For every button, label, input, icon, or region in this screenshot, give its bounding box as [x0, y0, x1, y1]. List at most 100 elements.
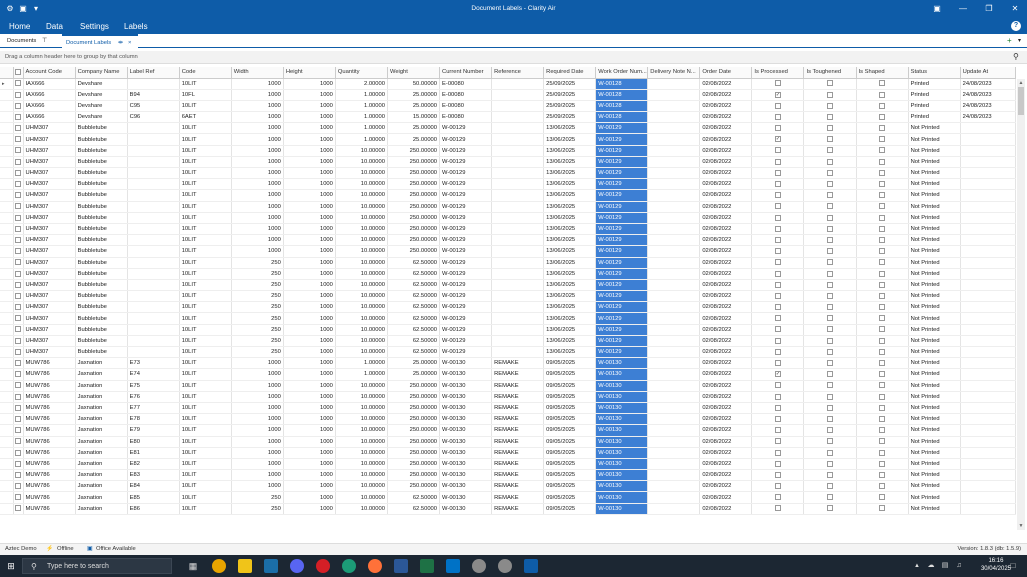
table-cell[interactable]: 250	[231, 491, 284, 504]
table-cell[interactable]: Bubbletube	[75, 312, 128, 325]
row-indicator[interactable]	[0, 257, 14, 269]
table-cell[interactable]: Jaxnation	[75, 424, 128, 437]
unchecked-checkbox[interactable]	[826, 382, 833, 389]
table-cell[interactable]: 13/06/2025	[543, 257, 597, 269]
table-cell[interactable]	[960, 368, 1017, 381]
checkbox-cell[interactable]: ✓	[751, 89, 805, 101]
table-cell[interactable]: 62.50000	[387, 279, 441, 292]
table-cell[interactable]: Jaxnation	[75, 402, 128, 415]
table-cell[interactable]	[127, 178, 180, 191]
checkbox-cell[interactable]	[856, 335, 909, 348]
table-cell[interactable]: W-00129	[595, 178, 649, 191]
table-row[interactable]: IAX666 Devshare C96 6AET 1000 1000 1.00000 15.0…	[0, 111, 1017, 124]
row-indicator[interactable]: ▸	[0, 78, 14, 90]
table-cell[interactable]: 1000	[283, 368, 336, 381]
table-row[interactable]: UHM307 Bubbletube 10LIT 1000 1000 10.00000 250…	[0, 145, 1017, 157]
table-cell[interactable]: UHM307	[23, 223, 76, 236]
table-cell[interactable]: 02/08/2022	[699, 469, 753, 482]
table-cell[interactable]: 02/08/2022	[699, 436, 753, 448]
checkbox-cell[interactable]	[803, 324, 857, 336]
table-cell[interactable]: Bubbletube	[75, 122, 128, 135]
unchecked-checkbox[interactable]	[879, 460, 886, 467]
table-cell[interactable]: Not Printed	[908, 257, 961, 269]
column-header[interactable]: Is Toughened	[803, 67, 857, 79]
tab-data[interactable]: Data	[46, 22, 63, 31]
table-cell[interactable]: UHM307	[23, 167, 76, 180]
table-cell[interactable]: W-00129	[439, 156, 493, 169]
unchecked-checkbox[interactable]	[826, 281, 833, 288]
row-indicator[interactable]	[0, 391, 14, 403]
checkbox-cell[interactable]	[751, 346, 805, 359]
table-cell[interactable]	[647, 212, 701, 224]
unchecked-checkbox[interactable]	[774, 125, 781, 132]
table-cell[interactable]: 10.00000	[335, 469, 388, 482]
unchecked-checkbox[interactable]	[879, 158, 886, 165]
table-cell[interactable]: 02/08/2022	[699, 491, 753, 504]
table-cell[interactable]	[960, 178, 1017, 191]
checkbox-cell[interactable]	[856, 480, 909, 493]
table-cell[interactable]	[960, 503, 1017, 515]
unchecked-checkbox[interactable]	[879, 449, 886, 456]
table-cell[interactable]: E74	[127, 368, 180, 381]
table-cell[interactable]: 13/06/2025	[543, 301, 597, 314]
table-cell[interactable]: 09/05/2025	[543, 458, 597, 471]
table-row[interactable]: UHM307 Bubbletube 10LIT 250 1000 10.00000 62.5…	[0, 312, 1017, 325]
word-icon[interactable]	[394, 559, 408, 573]
row-indicator[interactable]	[0, 122, 14, 135]
table-cell[interactable]: W-00129	[439, 245, 493, 258]
pin-icon[interactable]: ⇹	[118, 36, 123, 50]
table-cell[interactable]: 13/06/2025	[543, 290, 597, 303]
row-select-checkbox[interactable]	[13, 212, 24, 224]
table-cell[interactable]: 10.00000	[335, 189, 388, 202]
unchecked-checkbox[interactable]	[879, 270, 886, 277]
table-cell[interactable]: Devshare	[75, 100, 128, 113]
table-cell[interactable]: 10LIT	[179, 335, 232, 348]
table-cell[interactable]: 1000	[283, 133, 336, 146]
table-cell[interactable]: REMAKE	[491, 503, 545, 515]
table-cell[interactable]	[491, 245, 545, 258]
table-cell[interactable]: Bubbletube	[75, 167, 128, 180]
table-cell[interactable]: 1000	[283, 178, 336, 191]
table-row[interactable]: UHM307 Bubbletube 10LIT 1000 1000 10.00000 250…	[0, 156, 1017, 169]
table-cell[interactable]: 10LIT	[179, 78, 232, 90]
table-cell[interactable]: 10LIT	[179, 458, 232, 471]
checkbox-cell[interactable]	[803, 268, 857, 280]
table-cell[interactable]	[127, 122, 180, 135]
table-cell[interactable]: 10.00000	[335, 413, 388, 426]
table-cell[interactable]: 1000	[283, 122, 336, 135]
table-cell[interactable]: W-00130	[439, 491, 493, 504]
table-cell[interactable]	[491, 324, 545, 336]
table-cell[interactable]	[127, 335, 180, 348]
unchecked-checkbox[interactable]	[826, 80, 833, 87]
table-cell[interactable]	[960, 357, 1017, 370]
table-cell[interactable]: 1.00000	[335, 89, 388, 101]
checked-checkbox[interactable]: ✓	[774, 371, 781, 378]
row-indicator[interactable]	[0, 133, 14, 146]
table-cell[interactable]: 10LIT	[179, 145, 232, 157]
table-cell[interactable]: E84	[127, 480, 180, 493]
checkbox-cell[interactable]	[856, 357, 909, 370]
unchecked-checkbox[interactable]	[879, 315, 886, 322]
table-cell[interactable]: 10LIT	[179, 436, 232, 448]
table-cell[interactable]: 1000	[231, 156, 284, 169]
row-select-checkbox[interactable]	[13, 503, 24, 515]
table-cell[interactable]: 02/08/2022	[699, 424, 753, 437]
table-cell[interactable]: 02/08/2022	[699, 301, 753, 314]
table-cell[interactable]	[960, 312, 1017, 325]
table-row[interactable]: UHM307 Bubbletube 10LIT 250 1000 10.00000 62.5…	[0, 324, 1017, 336]
row-select-checkbox[interactable]	[13, 145, 24, 157]
checkbox-cell[interactable]	[803, 424, 857, 437]
clarity-air-icon[interactable]	[524, 559, 538, 573]
table-cell[interactable]: E76	[127, 391, 180, 403]
table-cell[interactable]: REMAKE	[491, 436, 545, 448]
table-cell[interactable]: 10.00000	[335, 234, 388, 247]
table-cell[interactable]: Not Printed	[908, 335, 961, 348]
row-select-checkbox[interactable]	[13, 111, 24, 124]
table-row[interactable]: MUW786 Jaxnation E83 10LIT 1000 1000 10.00000 2…	[0, 469, 1017, 482]
checkbox-cell[interactable]	[856, 212, 909, 224]
table-cell[interactable]: Jaxnation	[75, 447, 128, 459]
table-cell[interactable]: 10.00000	[335, 424, 388, 437]
table-cell[interactable]: 1000	[231, 167, 284, 180]
checkbox-cell[interactable]	[751, 447, 805, 459]
unchecked-checkbox[interactable]	[774, 315, 781, 322]
